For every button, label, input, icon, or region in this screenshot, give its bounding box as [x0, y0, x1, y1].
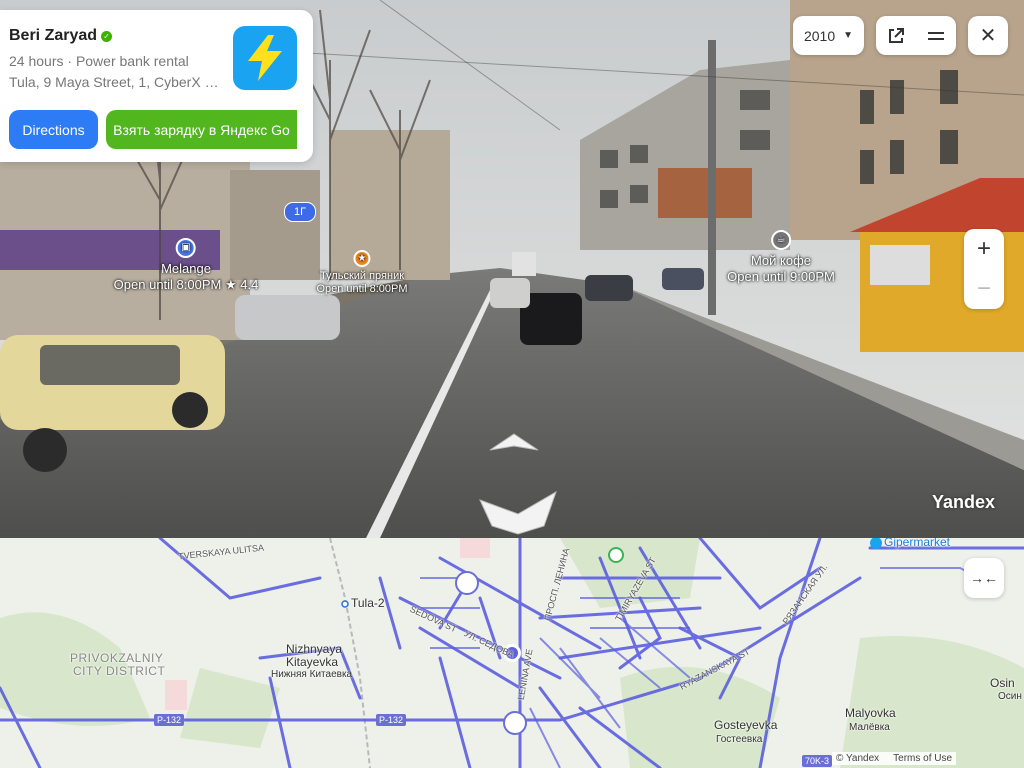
poi-rating: ★ 4.4	[224, 277, 259, 292]
year-value: 2010	[803, 27, 836, 44]
place-card[interactable]: Beri Zaryad ✓ 24 hours · Power bank rent…	[0, 10, 313, 162]
poi-moy-kofe[interactable]: ☕ Мой кофе Open until 9:00PM	[727, 230, 835, 285]
road-sign-p132-west: P-132	[154, 714, 185, 726]
move-forward-arrow-icon[interactable]	[488, 432, 540, 454]
place-title: Beri Zaryad ✓	[9, 27, 113, 45]
map-label-gosteyevka-ru: Гостеевка	[716, 734, 763, 745]
map-copyright: © Yandex Terms of Use	[832, 752, 957, 765]
lightning-bolt-icon	[248, 35, 282, 81]
road-sign-p132-east: P-132	[376, 714, 407, 726]
map-label-nizhnyaya-ru: Нижняя Китаевка	[271, 669, 353, 680]
poi-name: Melange	[161, 261, 211, 276]
place-logo	[233, 26, 297, 90]
place-hours: 24 hours	[9, 53, 64, 69]
place-address: Tula, 9 Maya Street, 1, CyberX C...	[9, 74, 224, 90]
map-label-gosteyevka: Gosteyevka	[714, 718, 778, 732]
zoom-controls: + −	[964, 229, 1004, 309]
caret-down-icon: ▼	[843, 30, 854, 41]
poi-name: Тульский пряник	[319, 270, 405, 282]
poi-status: Open until 8:00PM	[316, 283, 408, 295]
coffee-cup-icon: ☕	[771, 230, 791, 250]
directions-button[interactable]: Directions	[9, 110, 98, 149]
yandex-go-button[interactable]: Взять зарядку в Яндекс Go	[106, 110, 297, 149]
bag-icon: ▣	[176, 238, 196, 258]
move-backward-arrow-icon[interactable]	[478, 490, 558, 536]
collapse-map-button[interactable]: →←	[964, 558, 1004, 598]
map-label-gipermarket[interactable]: Gipermarket	[884, 538, 950, 549]
yandex-watermark: Yandex	[932, 492, 996, 512]
road-sign-70k3: 70K-3	[802, 755, 833, 767]
menu-icon[interactable]	[927, 29, 945, 43]
poi-status: Open until 9:00PM	[727, 269, 835, 284]
place-category: Power bank rental	[75, 53, 189, 69]
poi-melange[interactable]: ▣ Melange Open until 8:00PM ★ 4.4	[113, 238, 259, 293]
collapse-arrows-icon: →←	[970, 570, 998, 586]
terms-link[interactable]: Terms of Use	[893, 753, 952, 764]
open-external-icon[interactable]	[887, 27, 905, 45]
year-selector[interactable]: 2010 ▼	[793, 16, 864, 55]
zoom-in-button[interactable]: +	[964, 229, 1004, 269]
poi-name: Мой кофе	[750, 253, 812, 268]
map-label-osin: Osin	[990, 676, 1015, 690]
route-number-badge[interactable]: 1Г	[284, 202, 316, 222]
map-label-tula2: Tula-2	[351, 596, 385, 610]
poi-tulskiy-pryanik[interactable]: ★ Тульский пряник Open until 8:00PM	[316, 250, 408, 296]
verified-check-icon: ✓	[101, 30, 113, 42]
poi-status: Open until 8:00PM	[113, 277, 222, 292]
place-name: Beri Zaryad	[9, 27, 98, 44]
meta-separator: ·	[67, 53, 73, 69]
zoom-out-button[interactable]: −	[964, 269, 1004, 309]
map-label-district-2: CITY DISTRICT	[73, 664, 166, 678]
close-button[interactable]: ✕	[968, 16, 1008, 55]
place-meta: 24 hours · Power bank rental	[9, 53, 189, 69]
map-label-malyovka-ru: Малёвка	[849, 722, 890, 733]
map-label-osin-ru: Осин	[998, 691, 1022, 702]
copyright-text[interactable]: © Yandex	[836, 753, 879, 764]
mini-map[interactable]: Tula-2 Nizhnyaya Kitayevka Нижняя Китаев…	[0, 538, 1024, 768]
pano-tools[interactable]	[876, 16, 956, 55]
star-icon: ★	[353, 250, 371, 267]
close-icon: ✕	[979, 25, 997, 47]
map-label-malyovka: Malyovka	[845, 706, 896, 720]
